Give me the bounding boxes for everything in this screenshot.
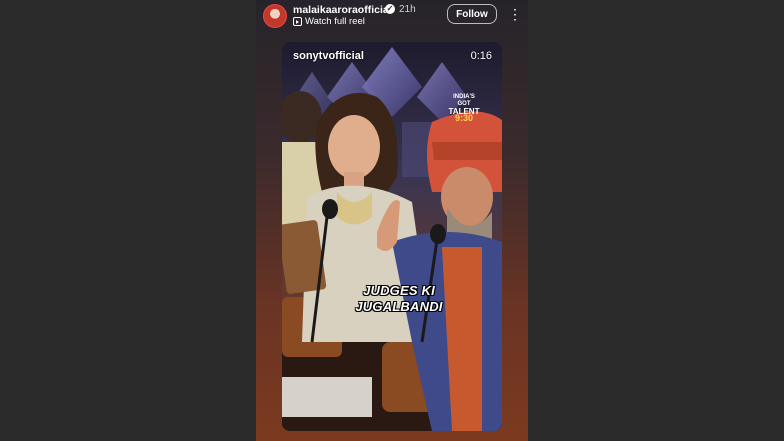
show-logo-line1: INDIA'S GOT [453,94,475,107]
embedded-reel[interactable]: sonytvofficial 0:16 INDIA'S GOT TALENT 9… [282,42,502,431]
reel-source-account[interactable]: sonytvofficial [293,50,364,62]
caption-line1: JUDGES KI [363,283,435,298]
show-logo: INDIA'S GOT TALENT 9:30 [446,94,482,123]
avatar[interactable] [263,4,287,28]
caption-line2: JUGALBANDI [355,299,443,314]
more-options-icon[interactable]: ⋮ [508,7,522,23]
reel-playback-time: 0:16 [470,50,492,62]
verified-badge-icon: ✓ [385,4,395,14]
watch-full-reel-link[interactable]: Watch full reel [305,16,365,27]
follow-button[interactable]: Follow [447,4,497,24]
story-header: malaikaaroraofficial ✓ 21h Watch full re… [256,0,528,40]
reel-icon [293,17,302,26]
page: malaikaaroraofficial ✓ 21h Watch full re… [0,0,784,441]
story-timestamp: 21h [399,4,416,15]
reel-caption: JUDGES KI JUGALBANDI [344,283,454,315]
story-username[interactable]: malaikaaroraofficial [293,4,392,16]
show-logo-time: 9:30 [454,113,473,123]
